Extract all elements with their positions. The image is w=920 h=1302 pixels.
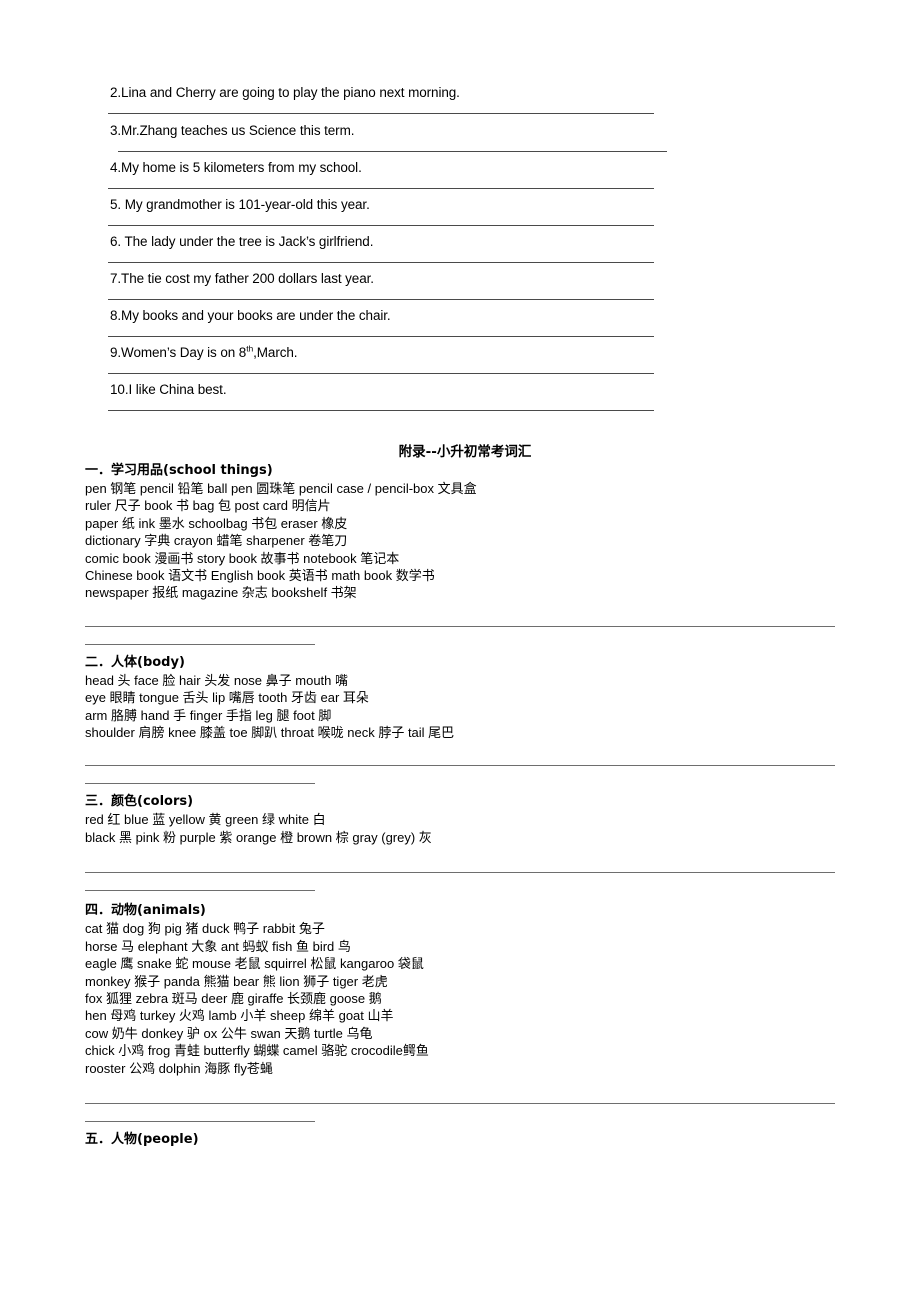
vocab-line: monkey 猴子 panda 熊猫 bear 熊 lion 狮子 tiger … (85, 973, 388, 989)
separator-rule-long[interactable] (85, 872, 835, 874)
answer-rule[interactable] (108, 188, 654, 189)
sentence-text-post: ,March. (253, 345, 298, 360)
separator-rule-long[interactable] (85, 765, 835, 767)
vocab-section-heading: 二．人体(body) (85, 654, 185, 670)
answer-rule[interactable] (108, 410, 654, 411)
answer-rule[interactable] (108, 225, 654, 226)
sentence-item: 8.My books and your books are under the … (0, 307, 920, 344)
vocab-section-people: 五．人物(people) (85, 1131, 845, 1148)
sentence-text: 6. The lady under the tree is Jack’s gir… (110, 234, 374, 249)
worksheet-page: 2.Lina and Cherry are going to play the … (0, 0, 920, 1302)
vocab-line: eye 眼睛 tongue 舌头 lip 嘴唇 tooth 牙齿 ear 耳朵 (85, 690, 369, 706)
vocab-section-school-things: 一．学习用品(school things) pen 钢笔 pencil 铅笔 b… (85, 462, 845, 602)
appendix-title-text: 附录--小升初常考词汇 (398, 444, 532, 460)
vocab-line: head 头 face 脸 hair 头发 nose 鼻子 mouth 嘴 (85, 672, 348, 688)
sentence-exercise-list: 2.Lina and Cherry are going to play the … (0, 84, 920, 418)
sentence-text: 7.The tie cost my father 200 dollars las… (110, 271, 374, 286)
vocab-line: fox 狐狸 zebra 斑马 deer 鹿 giraffe 长颈鹿 goose… (85, 990, 382, 1006)
separator-rule-short[interactable] (85, 643, 315, 645)
answer-rule[interactable] (108, 373, 654, 374)
sentence-item: 9.Women’s Day is on 8th,March. (0, 344, 920, 381)
vocab-section-heading: 一．学习用品(school things) (85, 463, 273, 478)
sentence-item: 6. The lady under the tree is Jack’s gir… (0, 233, 920, 270)
section-separator (85, 741, 845, 793)
vocab-line: horse 马 elephant 大象 ant 蚂蚁 fish 鱼 bird 鸟 (85, 938, 351, 954)
vocab-line: chick 小鸡 frog 青蛙 butterfly 蝴蝶 camel 骆驼 c… (85, 1043, 429, 1059)
sentence-text: 2.Lina and Cherry are going to play the … (110, 85, 460, 100)
separator-rule-long[interactable] (85, 625, 835, 627)
separator-rule-long[interactable] (85, 1102, 835, 1104)
vocabulary-list: 一．学习用品(school things) pen 钢笔 pencil 铅笔 b… (85, 462, 845, 1149)
sentence-item: 3.Mr.Zhang teaches us Science this term. (0, 122, 920, 159)
vocab-line: newspaper 报纸 magazine 杂志 bookshelf 书架 (85, 585, 357, 601)
sentence-item: 7.The tie cost my father 200 dollars las… (0, 270, 920, 307)
answer-rule[interactable] (108, 262, 654, 263)
vocab-line: hen 母鸡 turkey 火鸡 lamb 小羊 sheep 绵羊 goat 山… (85, 1008, 394, 1024)
vocab-section-colors: 三．颜色(colors) red 红 blue 蓝 yellow 黄 green… (85, 793, 845, 846)
vocab-line: comic book 漫画书 story book 故事书 notebook 笔… (85, 550, 400, 566)
section-separator (85, 602, 845, 654)
sentence-text: 8.My books and your books are under the … (110, 308, 391, 323)
vocab-line: shoulder 肩膀 knee 膝盖 toe 脚趴 throat 喉咙 nec… (85, 725, 455, 741)
answer-rule[interactable] (108, 113, 654, 114)
sentence-text-pre: 9.Women’s Day is on 8 (110, 345, 247, 360)
vocab-line: Chinese book 语文书 English book 英语书 math b… (85, 568, 435, 584)
answer-rule[interactable] (108, 299, 654, 300)
vocab-line: red 红 blue 蓝 yellow 黄 green 绿 white 白 (85, 812, 326, 828)
section-separator (85, 1077, 845, 1131)
vocab-line: ruler 尺子 book 书 bag 包 post card 明信片 (85, 498, 331, 514)
vocab-section-heading: 四．动物(animals) (85, 903, 206, 919)
sentence-item: 2.Lina and Cherry are going to play the … (0, 84, 920, 122)
vocab-section-heading: 五．人物(people) (85, 1131, 199, 1147)
vocab-section-heading: 三．颜色(colors) (85, 794, 194, 810)
vocab-section-animals: 四．动物(animals) cat 猫 dog 狗 pig 猪 duck 鸭子 … (85, 902, 845, 1077)
vocab-line: eagle 鹰 snake 蛇 mouse 老鼠 squirrel 松鼠 kan… (85, 956, 424, 972)
sentence-text: 5. My grandmother is 101-year-old this y… (110, 197, 370, 212)
sentence-item: 10.I like China best. (0, 381, 920, 418)
vocab-line: pen 钢笔 pencil 铅笔 ball pen 圆珠笔 pencil cas… (85, 481, 477, 496)
vocab-line: paper 纸 ink 墨水 schoolbag 书包 eraser 橡皮 (85, 515, 348, 531)
vocab-line: cat 猫 dog 狗 pig 猪 duck 鸭子 rabbit 兔子 (85, 921, 325, 937)
sentence-text: 9.Women’s Day is on 8th,March. (110, 344, 298, 362)
vocab-line: cow 奶牛 donkey 驴 ox 公牛 swan 天鹅 turtle 乌龟 (85, 1025, 373, 1041)
separator-rule-short[interactable] (85, 1120, 315, 1122)
separator-rule-short[interactable] (85, 783, 315, 785)
sentence-text: 4.My home is 5 kilometers from my school… (110, 160, 362, 175)
vocab-line: arm 胳膊 hand 手 finger 手指 leg 腿 foot 脚 (85, 707, 332, 723)
answer-rule[interactable] (108, 336, 654, 337)
answer-rule[interactable] (118, 151, 667, 152)
vocab-line: dictionary 字典 crayon 蜡笔 sharpener 卷笔刀 (85, 533, 348, 549)
vocab-line: black 黑 pink 粉 purple 紫 orange 橙 brown 棕… (85, 829, 432, 845)
appendix-title: 附录--小升初常考词汇 (0, 440, 920, 460)
section-separator (85, 846, 845, 902)
sentence-item: 5. My grandmother is 101-year-old this y… (0, 196, 920, 233)
sentence-item: 4.My home is 5 kilometers from my school… (0, 159, 920, 196)
sentence-text: 10.I like China best. (110, 382, 227, 397)
sentence-text: 3.Mr.Zhang teaches us Science this term. (110, 123, 355, 138)
vocab-line: rooster 公鸡 dolphin 海豚 fly苍蝇 (85, 1060, 273, 1076)
vocab-section-body: 二．人体(body) head 头 face 脸 hair 头发 nose 鼻子… (85, 654, 845, 742)
separator-rule-short[interactable] (85, 890, 315, 892)
